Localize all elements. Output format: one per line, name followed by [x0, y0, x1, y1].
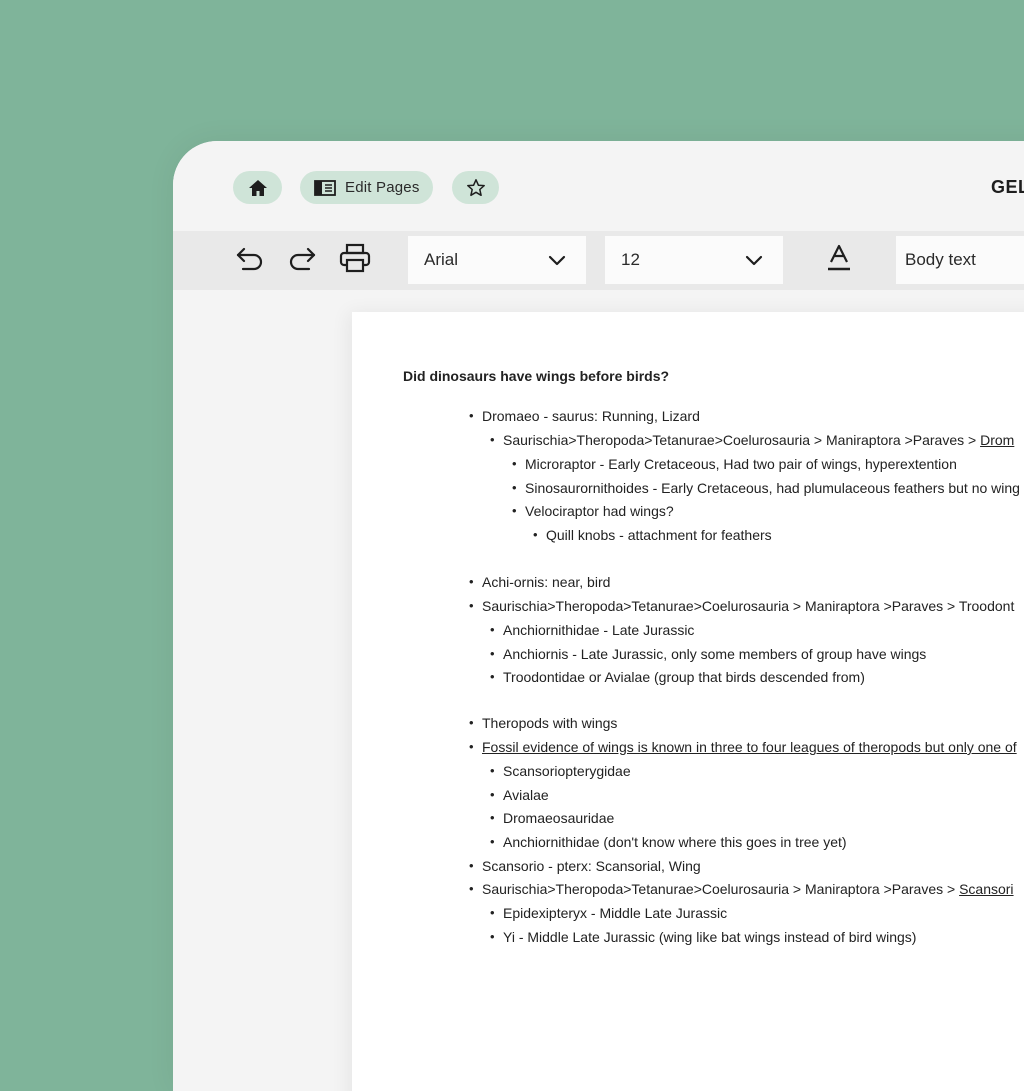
undo-icon: [235, 245, 265, 276]
font-family-dropdown[interactable]: Arial: [408, 236, 586, 284]
redo-button[interactable]: [285, 243, 319, 277]
paragraph-style-value: Body text: [905, 250, 976, 269]
list-item: Saurischia>Theropoda>Tetanurae>Coelurosa…: [469, 598, 1014, 614]
undo-button[interactable]: [233, 243, 267, 277]
top-bar: Edit Pages GEL: [173, 141, 1024, 231]
book-open-icon: [314, 179, 336, 196]
list-item: Velociraptor had wings?: [512, 503, 674, 519]
list-item: Troodontidae or Avialae (group that bird…: [490, 669, 865, 685]
printer-icon: [339, 243, 371, 278]
list-item: Theropods with wings: [469, 715, 617, 731]
list-item: Yi - Middle Late Jurassic (wing like bat…: [490, 929, 916, 945]
text-color-button[interactable]: [822, 243, 856, 277]
favorite-button[interactable]: [452, 171, 499, 204]
document-page[interactable]: Did dinosaurs have wings before birds? D…: [352, 312, 1024, 1091]
list-item: Dromaeo - saurus: Running, Lizard: [469, 408, 700, 424]
list-item: Anchiornithidae - Late Jurassic: [490, 622, 694, 638]
list-item: Anchiornis - Late Jurassic, only some me…: [490, 646, 926, 662]
chevron-down-icon: [745, 255, 763, 266]
print-button[interactable]: [338, 243, 372, 277]
list-item: Scansorio - pterx: Scansorial, Wing: [469, 858, 701, 874]
formatting-toolbar: Arial 12 Body text: [173, 231, 1024, 290]
document-title: Did dinosaurs have wings before birds?: [403, 368, 670, 384]
font-size-dropdown[interactable]: 12: [605, 236, 783, 284]
list-item: Scansoriopterygidae: [490, 763, 631, 779]
list-item: Epidexipteryx - Middle Late Jurassic: [490, 905, 727, 921]
brand-logo-text: GEL: [991, 177, 1024, 197]
font-size-value: 12: [621, 250, 640, 269]
edit-pages-button[interactable]: Edit Pages: [300, 171, 433, 204]
list-item: Sinosaurornithoides - Early Cretaceous, …: [512, 480, 1020, 496]
redo-icon: [287, 245, 317, 276]
app-window: Edit Pages GEL Arial: [173, 141, 1024, 1091]
list-item-text: Saurischia>Theropoda>Tetanurae>Coelurosa…: [503, 432, 981, 448]
list-item: Quill knobs - attachment for feathers: [533, 527, 772, 543]
list-item-link[interactable]: Drom: [980, 432, 1014, 448]
list-item: Saurischia>Theropoda>Tetanurae>Coelurosa…: [469, 881, 1014, 897]
list-item: Fossil evidence of wings is known in thr…: [469, 739, 1017, 755]
font-family-value: Arial: [424, 250, 459, 269]
list-item: Achi-ornis: near, bird: [469, 574, 610, 590]
text-color-icon: [826, 244, 852, 277]
list-item: Microraptor - Early Cretaceous, Had two …: [512, 456, 957, 472]
list-item-link[interactable]: Scansori: [959, 881, 1013, 897]
home-icon: [248, 179, 268, 197]
chevron-down-icon: [548, 255, 566, 266]
list-item: Avialae: [490, 787, 549, 803]
list-item: Dromaeosauridae: [490, 810, 614, 826]
paragraph-style-dropdown[interactable]: Body text: [896, 236, 1024, 284]
list-item: Anchiornithidae (don't know where this g…: [490, 834, 847, 850]
list-item-text: Saurischia>Theropoda>Tetanurae>Coelurosa…: [482, 881, 960, 897]
edit-pages-label: Edit Pages: [345, 179, 420, 196]
home-button[interactable]: [233, 171, 282, 204]
star-icon: [466, 178, 486, 198]
list-item: Saurischia>Theropoda>Tetanurae>Coelurosa…: [490, 432, 1014, 448]
